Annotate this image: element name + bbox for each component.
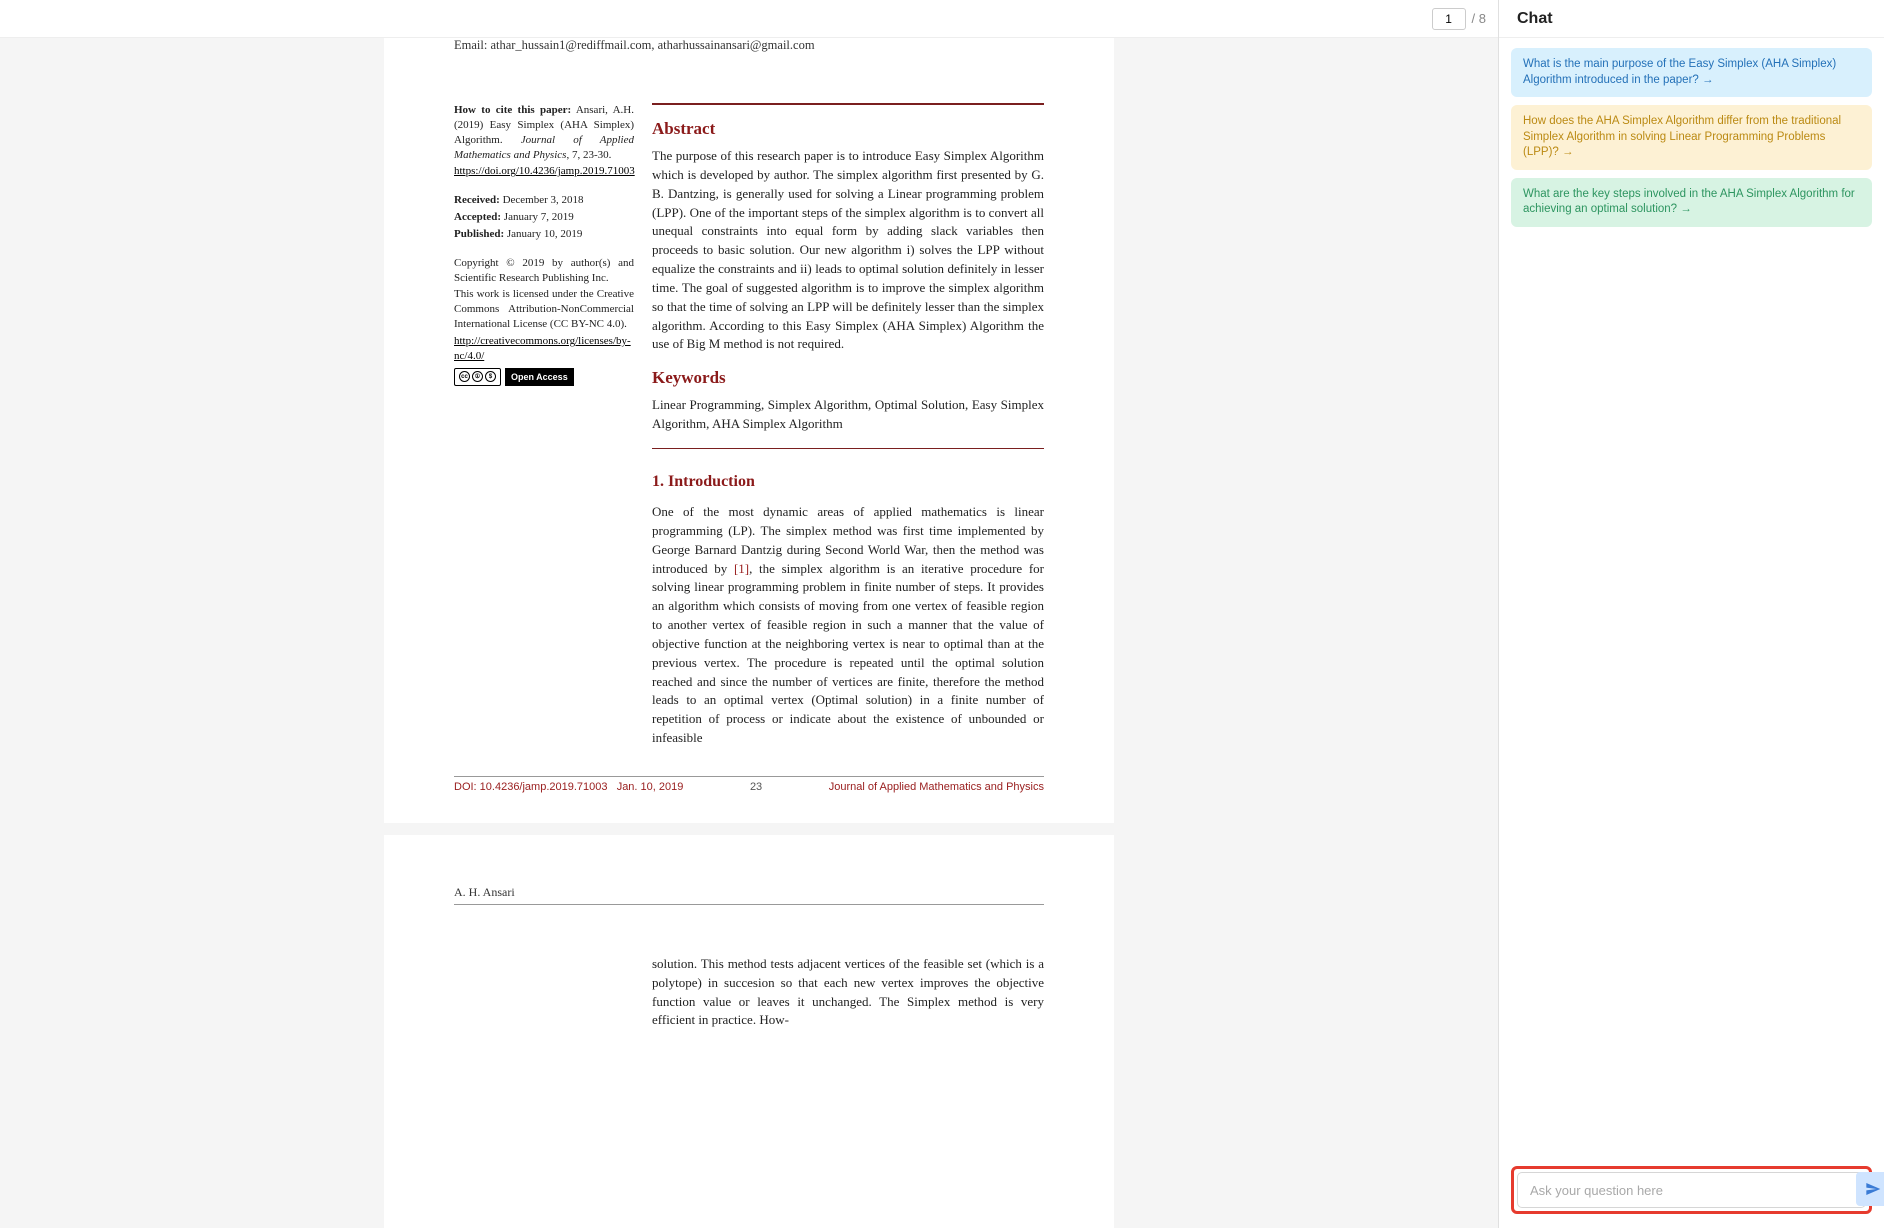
received-date: December 3, 2018 [500, 194, 584, 206]
send-button[interactable] [1856, 1172, 1884, 1206]
cc-license-link[interactable]: http://creativecommons.org/licenses/by-n… [454, 335, 631, 362]
page-number-input[interactable] [1432, 8, 1466, 30]
page-footer: DOI: 10.4236/jamp.2019.71003 Jan. 10, 20… [454, 776, 1044, 793]
rule-top [652, 103, 1044, 105]
citation-sidebar: How to cite this paper: Ansari, A.H. (20… [454, 103, 634, 748]
footer-page-number: 23 [750, 781, 762, 793]
chat-input-highlight [1511, 1166, 1872, 1214]
received-label: Received: [454, 194, 500, 206]
accepted-date: January 7, 2019 [501, 211, 574, 223]
citation-ref[interactable]: [1] [734, 561, 749, 576]
page-total: / 8 [1472, 11, 1486, 26]
accepted-label: Accepted: [454, 211, 501, 223]
chat-input-area [1499, 1156, 1884, 1228]
doi-link[interactable]: https://doi.org/10.4236/jamp.2019.71003 [454, 165, 635, 177]
topbar: / 8 [0, 0, 1498, 38]
keywords-text: Linear Programming, Simplex Algorithm, O… [652, 396, 1044, 434]
document-pane: / 8 Email: athar_hussain1@rediffmail.com… [0, 0, 1499, 1228]
app-root: / 8 Email: athar_hussain1@rediffmail.com… [0, 0, 1884, 1228]
footer-date: Jan. 10, 2019 [617, 781, 684, 793]
nc-icon: $ [485, 371, 496, 382]
suggestion-1[interactable]: What is the main purpose of the Easy Sim… [1511, 48, 1872, 97]
page2-continuation-text: solution. This method tests adjacent ver… [652, 955, 1044, 1030]
open-access-badge: Open Access [505, 368, 574, 386]
running-head-author: A. H. Ansari [454, 885, 1044, 905]
cite-label: How to cite this paper: [454, 104, 571, 116]
cc-icon: cc [459, 371, 470, 382]
journal-vol: , 7, 23-30. [566, 149, 611, 161]
footer-doi: DOI: 10.4236/jamp.2019.71003 [454, 781, 608, 793]
send-icon [1865, 1181, 1881, 1197]
by-icon: ① [472, 371, 483, 382]
intro-post: , the simplex algorithm is an iterative … [652, 561, 1044, 746]
published-label: Published: [454, 228, 504, 240]
main-column: Abstract The purpose of this research pa… [652, 103, 1044, 748]
copyright-line-2: This work is licensed under the Creative… [454, 287, 634, 332]
keywords-heading: Keywords [652, 368, 1044, 388]
abstract-text: The purpose of this research paper is to… [652, 147, 1044, 354]
suggestion-3[interactable]: What are the key steps involved in the A… [1511, 178, 1872, 227]
copyright-line-1: Copyright © 2019 by author(s) and Scient… [454, 256, 634, 286]
pdf-page-2: A. H. Ansari solution. This method tests… [384, 835, 1114, 1228]
author-email-line: Email: athar_hussain1@rediffmail.com, at… [454, 38, 1044, 53]
rule-bottom [652, 448, 1044, 449]
pdf-page-1: Email: athar_hussain1@rediffmail.com, at… [384, 38, 1114, 823]
chat-panel: Chat What is the main purpose of the Eas… [1499, 0, 1884, 1228]
chat-title: Chat [1499, 0, 1884, 38]
published-date: January 10, 2019 [504, 228, 582, 240]
introduction-heading: 1. Introduction [652, 473, 1044, 491]
page2-sidecol [454, 955, 634, 1030]
document-scroll[interactable]: Email: athar_hussain1@rediffmail.com, at… [0, 38, 1498, 1228]
cc-badge: cc ① $ [454, 368, 501, 386]
introduction-text: One of the most dynamic areas of applied… [652, 503, 1044, 748]
abstract-heading: Abstract [652, 119, 1044, 139]
footer-journal: Journal of Applied Mathematics and Physi… [829, 781, 1044, 793]
chat-input[interactable] [1517, 1172, 1866, 1208]
suggestion-2[interactable]: How does the AHA Simplex Algorithm diffe… [1511, 105, 1872, 170]
suggestion-list: What is the main purpose of the Easy Sim… [1499, 38, 1884, 237]
